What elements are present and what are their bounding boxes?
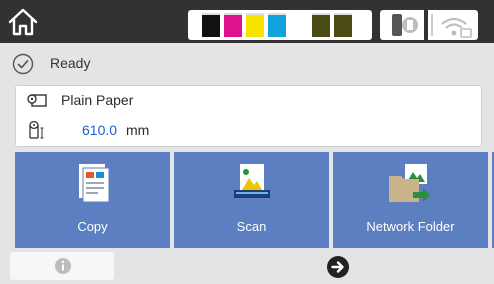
home-icon [8,8,38,36]
function-tiles: Copy Scan Network Folder [15,152,494,248]
ink-fill [246,15,264,37]
next-arrow-icon [327,256,349,278]
copy-icon [79,164,109,202]
ink-matte-black-2-level [334,13,352,37]
paper-roll-icon [27,94,47,107]
ink-matte-black-1-level [312,13,330,37]
home-button[interactable] [6,6,40,38]
printer-home-screen: Ready Plain Paper 610.0 mm Copy Scan Net… [0,0,494,284]
scan-tile[interactable]: Scan [174,152,329,248]
ink-fill [268,15,286,37]
network-folder-label: Network Folder [366,219,455,234]
paper-type-label: Plain Paper [61,92,134,108]
network-status-button[interactable] [428,10,478,40]
copy-tile[interactable]: Copy [15,152,170,248]
next-page-button[interactable] [326,255,350,279]
ink-fill [224,15,242,37]
ink-black-level [202,13,220,37]
status-label: Ready [50,55,91,71]
top-bar [0,0,494,43]
roll-length-icon [29,120,44,139]
check-circle-icon [12,53,34,75]
ink-yellow-level [246,13,264,37]
info-icon [55,258,71,274]
printer-status[interactable]: Ready [12,53,90,75]
ink-fill [312,15,330,37]
copy-label: Copy [77,219,108,234]
paper-length-value: 610.0 [82,122,118,138]
maintenance-box-icon [392,14,418,36]
paper-settings-card[interactable]: Plain Paper 610.0 mm [15,85,482,147]
ink-fill [202,15,220,37]
scan-label: Scan [236,219,267,234]
ink-fill [334,15,352,37]
ink-levels-button[interactable] [188,10,372,40]
paper-length-unit: mm [126,122,150,138]
ink-magenta-level [224,13,242,37]
info-button[interactable] [10,252,114,280]
maintenance-box-button[interactable] [380,10,424,40]
network-folder-icon [389,164,430,202]
network-folder-tile[interactable]: Network Folder [333,152,488,248]
scan-icon [234,164,270,198]
ink-cyan-level [268,13,286,37]
wifi-disabled-icon [431,14,472,38]
